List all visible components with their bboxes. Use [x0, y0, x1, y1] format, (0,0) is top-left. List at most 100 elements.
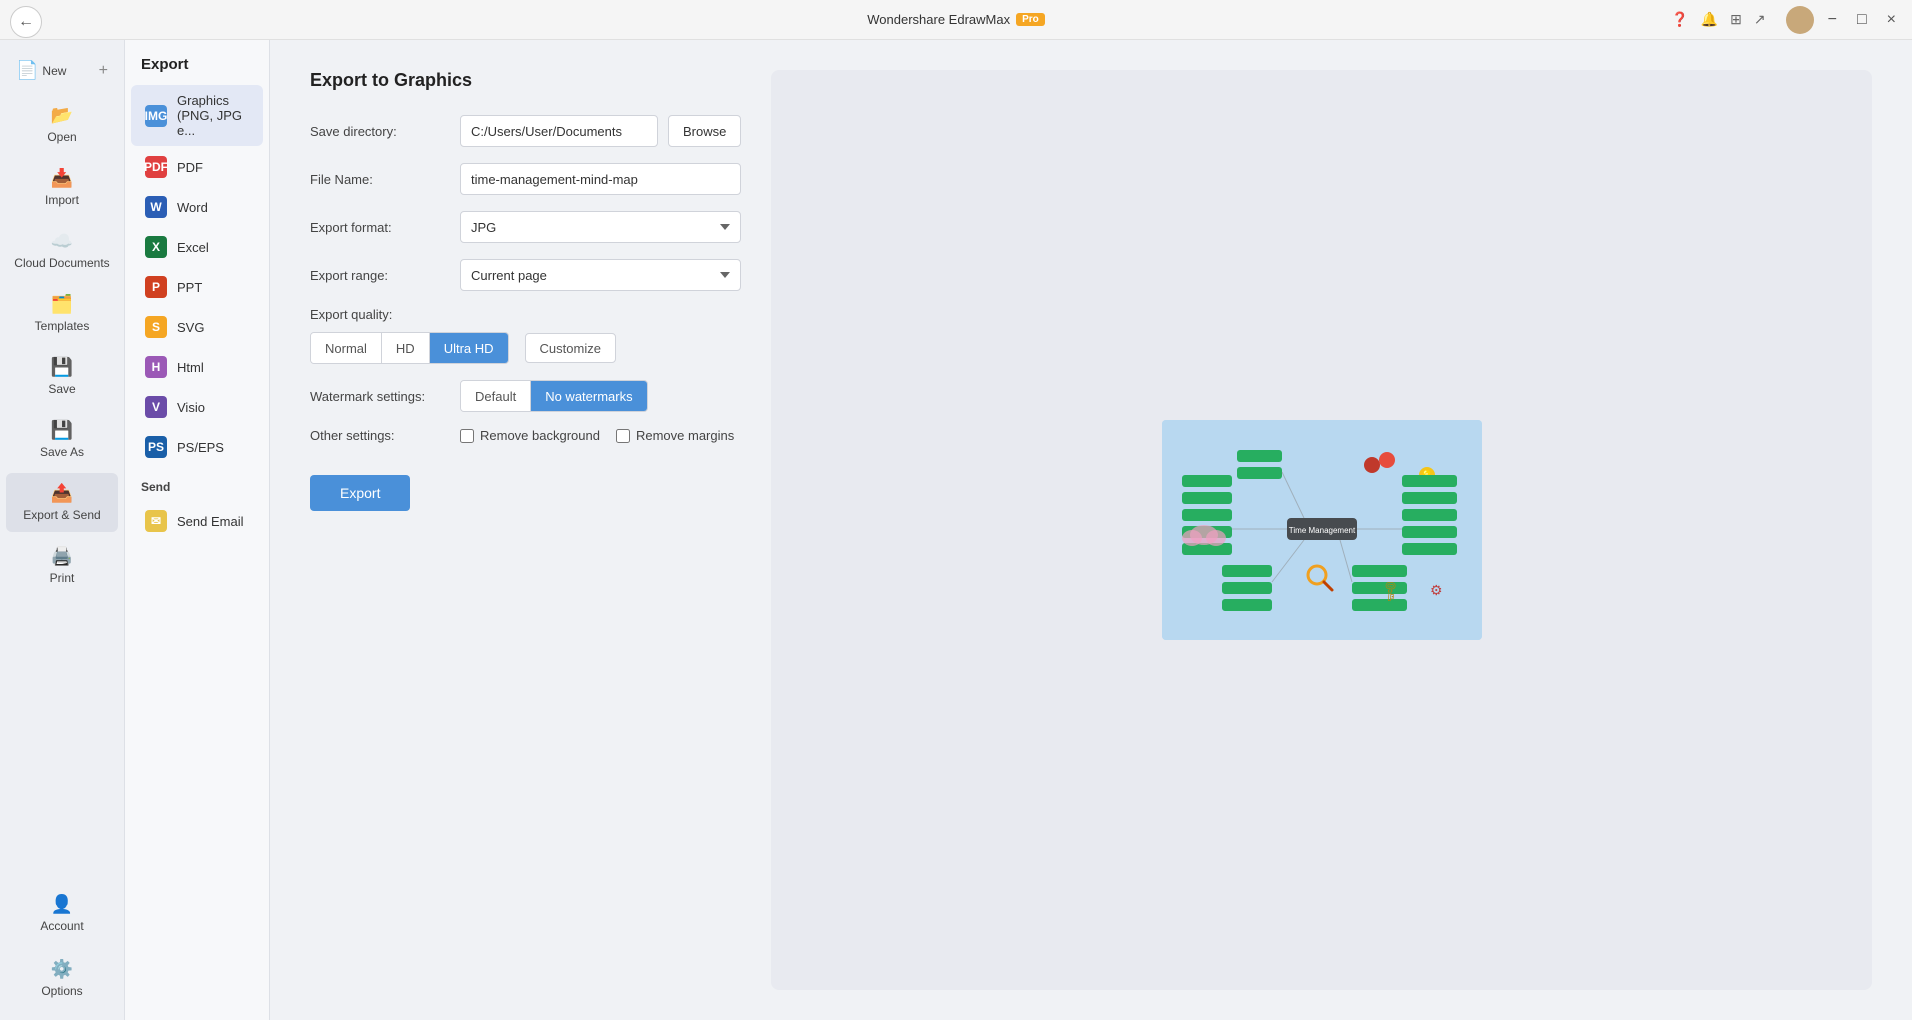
png-icon: IMG — [145, 105, 167, 127]
sidebar-item-cloud[interactable]: ☁️ Cloud Documents — [6, 221, 118, 280]
app-title: Wondershare EdrawMax — [867, 12, 1010, 27]
toolbar-help-icon[interactable]: ❓ — [1671, 11, 1688, 28]
plus-icon: + — [99, 62, 108, 80]
sidebar-item-cloud-label: Cloud Documents — [14, 256, 109, 270]
left-nav: 📄 New + 📂 Open 📥 Import ☁️ Cloud Documen… — [0, 40, 125, 1020]
export-item-png[interactable]: IMG Graphics (PNG, JPG e... — [131, 85, 263, 146]
sidebar-item-open-label: Open — [47, 130, 76, 144]
remove-background-label: Remove background — [480, 428, 600, 443]
mindmap-svg: Time Management 💡 — [1162, 420, 1482, 640]
sidebar-item-saveas[interactable]: 💾 Save As — [6, 410, 118, 469]
minimize-button[interactable]: − — [1822, 9, 1843, 31]
cloud-icon: ☁️ — [51, 231, 73, 252]
maximize-button[interactable]: □ — [1851, 9, 1873, 31]
export-format-select[interactable]: JPG PNG BMP TIFF GIF — [460, 211, 741, 243]
pdf-icon: PDF — [145, 156, 167, 178]
export-item-word[interactable]: W Word — [131, 188, 263, 226]
print-icon: 🖨️ — [51, 546, 73, 567]
checkbox-group: Remove background Remove margins — [460, 428, 734, 443]
export-item-svg[interactable]: S SVG — [131, 308, 263, 346]
export-item-ppt-label: PPT — [177, 280, 202, 295]
quality-group: Normal HD Ultra HD — [310, 332, 509, 364]
sidebar-item-print[interactable]: 🖨️ Print — [6, 536, 118, 595]
export-range-select[interactable]: Current page All pages Selection — [460, 259, 741, 291]
send-section-title: Send — [125, 468, 269, 500]
email-icon: ✉ — [145, 510, 167, 532]
back-button[interactable]: ← — [10, 6, 42, 38]
remove-margins-checkbox[interactable] — [616, 429, 630, 443]
export-format-label: Export format: — [310, 220, 450, 235]
customize-button[interactable]: Customize — [525, 333, 616, 363]
toolbar-grid-icon[interactable]: ⊞ — [1730, 11, 1742, 28]
export-item-pdf-label: PDF — [177, 160, 203, 175]
preview-inner: Time Management 💡 — [1162, 420, 1482, 640]
export-item-email[interactable]: ✉ Send Email — [131, 502, 263, 540]
export-item-excel-label: Excel — [177, 240, 209, 255]
save-directory-input[interactable] — [460, 115, 658, 147]
close-button[interactable]: × — [1881, 9, 1902, 31]
titlebar: ← Wondershare EdrawMax Pro ❓ 🔔 ⊞ ↗ − □ × — [0, 0, 1912, 40]
sidebar-item-export[interactable]: 📤 Export & Send — [6, 473, 118, 532]
sidebar-item-new[interactable]: 📄 New + — [6, 50, 118, 91]
export-item-ppt[interactable]: P PPT — [131, 268, 263, 306]
export-form: Export to Graphics Save directory: Brows… — [310, 70, 741, 990]
sidebar-item-import-label: Import — [45, 193, 79, 207]
ppt-icon: P — [145, 276, 167, 298]
watermark-nowatermarks-button[interactable]: No watermarks — [531, 381, 646, 411]
new-icon: 📄 — [16, 60, 38, 81]
main-content: Export to Graphics Save directory: Brows… — [270, 40, 1912, 1020]
toolbar-bell-icon[interactable]: 🔔 — [1701, 11, 1718, 28]
remove-background-checkbox[interactable] — [460, 429, 474, 443]
options-icon: ⚙️ — [51, 959, 73, 980]
export-range-row: Export range: Current page All pages Sel… — [310, 259, 741, 291]
file-name-input[interactable] — [460, 163, 741, 195]
export-item-email-label: Send Email — [177, 514, 243, 529]
watermark-default-button[interactable]: Default — [461, 381, 531, 411]
sidebar-item-save[interactable]: 💾 Save — [6, 347, 118, 406]
watermark-row: Watermark settings: Default No watermark… — [310, 380, 741, 412]
sidebar-item-templates[interactable]: 🗂️ Templates — [6, 284, 118, 343]
svg-icon: S — [145, 316, 167, 338]
quality-normal-button[interactable]: Normal — [311, 333, 382, 363]
sidebar-item-open[interactable]: 📂 Open — [6, 95, 118, 154]
export-item-ps[interactable]: PS PS/EPS — [131, 428, 263, 466]
sidebar-item-export-label: Export & Send — [23, 508, 100, 522]
quality-hd-button[interactable]: HD — [382, 333, 430, 363]
export-item-pdf[interactable]: PDF PDF — [131, 148, 263, 186]
export-item-word-label: Word — [177, 200, 208, 215]
watermark-label: Watermark settings: — [310, 389, 450, 404]
account-icon: 👤 — [51, 894, 73, 915]
export-quality-label: Export quality: — [310, 307, 450, 322]
saveas-icon: 💾 — [51, 420, 73, 441]
export-panel: Export IMG Graphics (PNG, JPG e... PDF P… — [125, 40, 270, 1020]
sidebar-item-options[interactable]: ⚙️ Options — [6, 949, 118, 1008]
sidebar-item-saveas-label: Save As — [40, 445, 84, 459]
svg-text:⚙: ⚙ — [1430, 582, 1443, 598]
user-avatar[interactable] — [1786, 6, 1814, 34]
ps-icon: PS — [145, 436, 167, 458]
quality-ultrahd-button[interactable]: Ultra HD — [430, 333, 508, 363]
toolbar-share-icon[interactable]: ↗ — [1754, 11, 1766, 28]
sidebar-item-import[interactable]: 📥 Import — [6, 158, 118, 217]
pro-badge: Pro — [1016, 13, 1045, 26]
save-directory-label: Save directory: — [310, 124, 450, 139]
export-item-excel[interactable]: X Excel — [131, 228, 263, 266]
save-icon: 💾 — [51, 357, 73, 378]
browse-button[interactable]: Browse — [668, 115, 741, 147]
export-item-visio[interactable]: V Visio — [131, 388, 263, 426]
excel-icon: X — [145, 236, 167, 258]
remove-background-item[interactable]: Remove background — [460, 428, 600, 443]
visio-icon: V — [145, 396, 167, 418]
html-icon: H — [145, 356, 167, 378]
svg-text:Time Management: Time Management — [1288, 526, 1355, 535]
export-format-row: Export format: JPG PNG BMP TIFF GIF — [310, 211, 741, 243]
sidebar-item-account[interactable]: 👤 Account — [6, 884, 118, 943]
templates-icon: 🗂️ — [51, 294, 73, 315]
remove-margins-item[interactable]: Remove margins — [616, 428, 734, 443]
export-icon: 📤 — [51, 483, 73, 504]
export-button[interactable]: Export — [310, 475, 410, 511]
export-item-html[interactable]: H Html — [131, 348, 263, 386]
open-icon: 📂 — [51, 105, 73, 126]
preview-area: Time Management 💡 — [771, 70, 1872, 990]
sidebar-item-print-label: Print — [50, 571, 75, 585]
